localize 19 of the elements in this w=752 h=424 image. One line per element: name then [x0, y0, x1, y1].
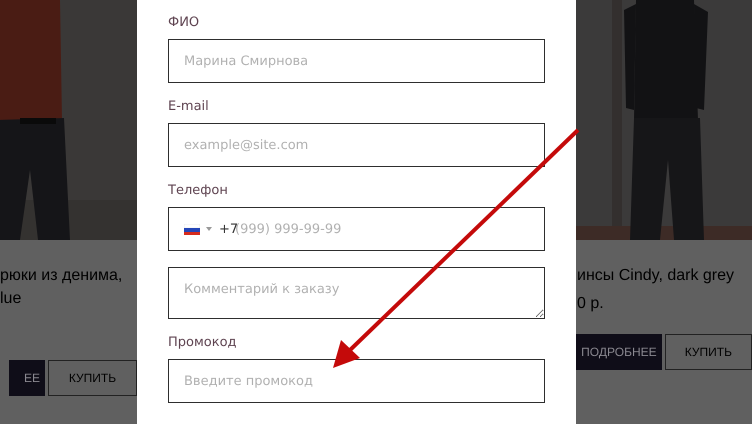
field-label: Промокод	[168, 335, 238, 351]
product-price: 0 р.	[576, 294, 604, 314]
text-field[interactable]: example@site.com	[168, 123, 545, 167]
product-title: lue	[0, 289, 22, 309]
field-label: ФИО	[168, 15, 200, 31]
product-title: рюки из денима,	[0, 266, 124, 286]
details-button[interactable]: ПОДРОБНЕЕ	[576, 334, 662, 370]
buy-button[interactable]: КУПИТЬ	[48, 360, 137, 396]
field-label: Телефон	[168, 183, 229, 199]
text-field[interactable]: Марина Смирнова	[168, 39, 545, 83]
comment-field[interactable]: Комментарий к заказу	[168, 267, 545, 319]
country-code: +7	[219, 222, 238, 236]
details-button[interactable]: ЕЕ	[9, 360, 45, 396]
caret-icon[interactable]	[206, 227, 212, 231]
buy-button[interactable]: КУПИТЬ	[664, 334, 752, 370]
flag-icon[interactable]	[184, 224, 200, 234]
text-field[interactable]: Введите промокод	[168, 359, 545, 403]
product-title: инсы Cindy, dark grey	[576, 266, 736, 286]
field-label: E-mail	[168, 99, 210, 115]
